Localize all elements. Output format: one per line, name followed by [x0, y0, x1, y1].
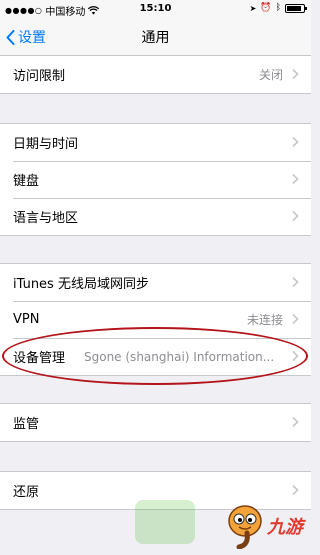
chevron-right-icon [292, 173, 299, 185]
row-value: Sgone (shanghai) Information... [84, 349, 275, 364]
battery-icon [285, 3, 307, 13]
row-label: 访问限制 [13, 69, 66, 84]
row-label: 设备管理 [13, 351, 66, 366]
bluetooth-icon: ᛒ [275, 3, 281, 13]
row-label: 语言与地区 [13, 211, 79, 226]
row-label: 监管 [13, 417, 40, 432]
keyboard-row[interactable]: 键盘 [0, 161, 311, 198]
row-value: 关闭 [258, 68, 283, 82]
datetime-group: 日期与时间 键盘 语言与地区 [0, 123, 311, 236]
vpn-row[interactable]: VPN 未连接 [0, 301, 311, 338]
restrictions-group: 访问限制 关闭 [0, 55, 311, 94]
sync-vpn-group: iTunes 无线局域网同步 VPN 未连接 设备管理 Sgone (shang… [0, 263, 311, 376]
mascot-logo-icon [228, 505, 262, 549]
date-time-row[interactable]: 日期与时间 [0, 124, 311, 161]
chevron-right-icon [292, 416, 299, 428]
chevron-right-icon [292, 136, 299, 148]
row-label: 键盘 [13, 174, 40, 189]
row-label: 日期与时间 [13, 137, 79, 152]
chevron-right-icon [292, 313, 299, 325]
row-label: 还原 [13, 485, 40, 500]
restrictions-row[interactable]: 访问限制 关闭 [0, 56, 311, 93]
row-label: iTunes 无线局域网同步 [13, 277, 149, 292]
language-region-row[interactable]: 语言与地区 [0, 198, 311, 235]
chevron-right-icon [292, 276, 299, 288]
watermark-text: 九游 [267, 517, 303, 538]
row-value: 未连接 [246, 313, 283, 327]
chevron-right-icon [292, 210, 299, 222]
itunes-wifi-sync-row[interactable]: iTunes 无线局域网同步 [0, 264, 311, 301]
device-management-row[interactable]: 设备管理 Sgone (shanghai) Information... [0, 338, 311, 375]
navigation-bar: 设置 通用 [0, 18, 311, 56]
chevron-right-icon [292, 484, 299, 496]
watermark: 九游 [225, 503, 303, 549]
location-icon: ➤ [249, 3, 257, 13]
alarm-icon: ⏰ [260, 3, 272, 13]
chevron-right-icon [292, 68, 299, 80]
supervision-row[interactable]: 监管 [0, 404, 311, 441]
page-title: 通用 [141, 30, 170, 46]
chevron-right-icon [292, 350, 299, 362]
watermark-background-blob [135, 500, 195, 544]
row-label: VPN [13, 312, 40, 327]
status-right: ➤ ⏰ ᛒ [249, 3, 307, 13]
status-bar: ●●●●○ 中国移动 15:10 ➤ ⏰ ᛒ [0, 0, 311, 18]
supervision-group: 监管 [0, 403, 311, 442]
